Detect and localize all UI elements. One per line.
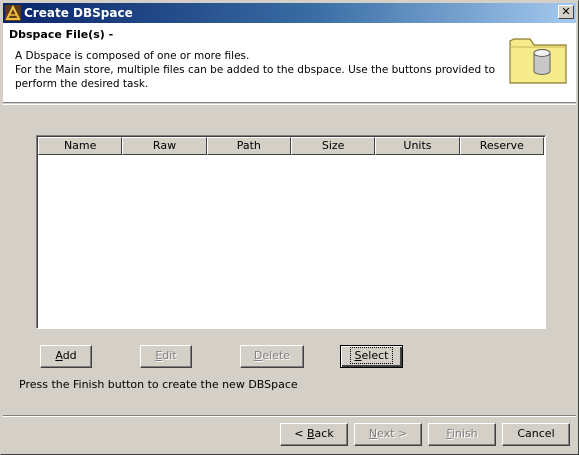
finish-button[interactable]: Finish	[428, 423, 496, 446]
window-title: Create DBSpace	[24, 6, 133, 20]
column-header-units[interactable]: Units	[375, 137, 460, 155]
description-line-1: A Dbspace is composed of one or more fil…	[15, 50, 250, 62]
delete-button[interactable]: Delete	[240, 345, 304, 368]
folder-database-icon	[509, 38, 567, 84]
files-table-header: Name Raw Path Size Units Reserve	[38, 137, 544, 155]
footer-separator	[3, 415, 576, 417]
back-button-prefix: <	[294, 427, 307, 440]
edit-button[interactable]: Edit	[140, 345, 192, 368]
column-header-size[interactable]: Size	[290, 137, 376, 155]
column-header-raw[interactable]: Raw	[122, 137, 207, 155]
back-button[interactable]: < Back	[280, 423, 348, 446]
edit-button-suffix: dit	[162, 349, 177, 362]
finish-button-suffix: inish	[451, 427, 478, 440]
next-button-suffix: ext >	[377, 427, 408, 440]
back-button-suffix: ack	[314, 427, 334, 440]
wizard-header: Dbspace File(s) - A Dbspace is composed …	[3, 23, 576, 103]
delete-button-suffix: elete	[262, 349, 291, 362]
create-dbspace-dialog: Create DBSpace ✕ Dbspace File(s) - A Dbs…	[0, 0, 579, 455]
description-line-3: perform the desired task.	[15, 78, 149, 90]
files-table[interactable]: Name Raw Path Size Units Reserve	[36, 135, 546, 329]
select-button-label: Select	[349, 347, 394, 364]
close-button[interactable]: ✕	[558, 5, 574, 19]
description-line-2: For the Main store, multiple files can b…	[15, 64, 496, 76]
next-button-accel: N	[368, 427, 378, 440]
add-button[interactable]: Add	[40, 345, 92, 368]
select-button-accel: S	[354, 349, 362, 362]
title-bar[interactable]: Create DBSpace ✕	[3, 3, 576, 23]
select-button[interactable]: Select	[340, 345, 403, 368]
column-header-path[interactable]: Path	[206, 137, 291, 155]
add-button-suffix: dd	[62, 349, 77, 362]
finish-hint: Press the Finish button to create the ne…	[19, 378, 298, 391]
back-button-accel: B	[307, 427, 315, 440]
header-separator	[3, 104, 576, 106]
page-title: Dbspace File(s) -	[9, 28, 114, 41]
column-header-reserve[interactable]: Reserve	[459, 137, 544, 155]
select-button-suffix: elect	[361, 349, 389, 362]
column-header-name[interactable]: Name	[38, 137, 123, 155]
cancel-button[interactable]: Cancel	[502, 423, 570, 446]
app-logo-icon	[5, 5, 21, 21]
next-button[interactable]: Next >	[354, 423, 422, 446]
add-button-accel: A	[55, 349, 63, 362]
